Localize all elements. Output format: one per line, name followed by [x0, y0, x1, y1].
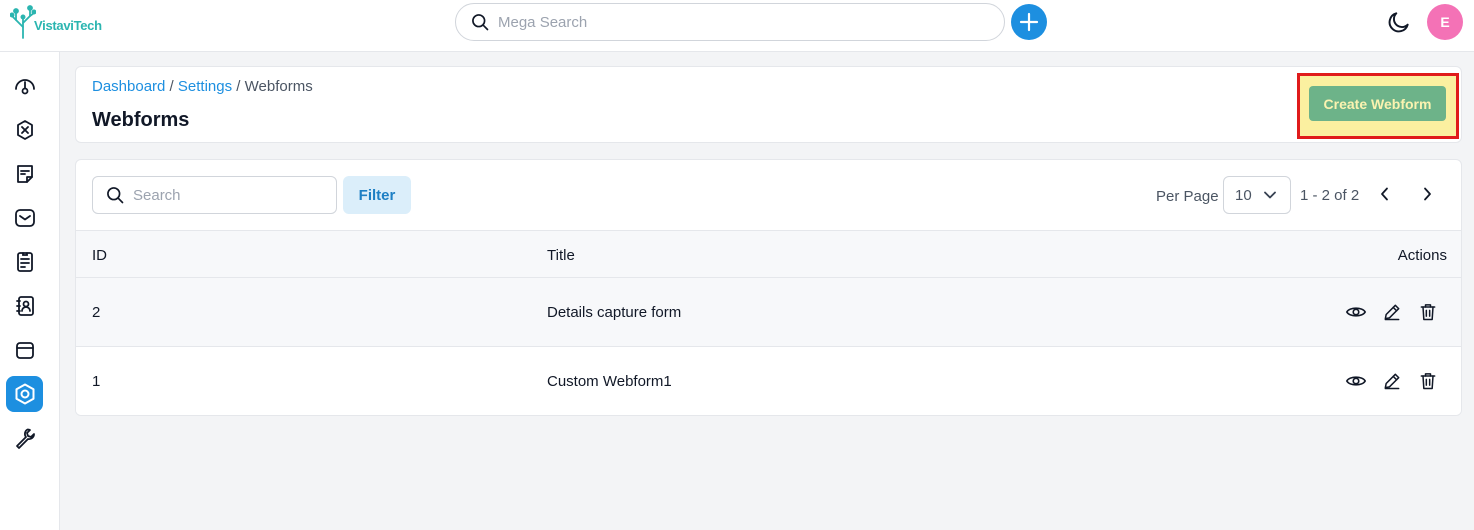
edit-button[interactable] [1381, 370, 1403, 392]
sidebar-item-dashboard[interactable] [6, 68, 43, 104]
user-avatar[interactable]: E [1427, 4, 1463, 40]
settings-icon [15, 383, 34, 405]
chevron-left-icon [1381, 187, 1388, 201]
pencil-icon [1384, 373, 1400, 390]
breadcrumb-settings[interactable]: Settings [178, 78, 232, 95]
logo-tree-icon [10, 5, 36, 39]
logo[interactable]: VistaviTech [10, 5, 102, 39]
page-title: Webforms [92, 109, 190, 131]
delete-button[interactable] [1417, 370, 1439, 392]
breadcrumb-separator: / [232, 78, 245, 95]
sidebar [0, 52, 60, 530]
dashboard-icon [14, 79, 35, 95]
trash-icon [1420, 373, 1436, 390]
table-row: 2 Details capture form [76, 278, 1461, 347]
trash-icon [1420, 304, 1436, 321]
search-icon [472, 14, 489, 31]
theme-toggle-button[interactable] [1386, 9, 1412, 40]
per-page-select[interactable]: 10 [1223, 176, 1291, 214]
column-header-id: ID [92, 247, 107, 264]
delete-button[interactable] [1417, 301, 1439, 323]
table-header: ID Title Actions [76, 230, 1461, 278]
eye-icon [1345, 307, 1367, 317]
create-webform-button[interactable]: Create Webform [1309, 86, 1446, 121]
filter-button[interactable]: Filter [343, 176, 411, 214]
table-row: 1 Custom Webform1 [76, 347, 1461, 415]
page-header-card: Dashboard / Settings / Webforms Webforms… [75, 66, 1462, 143]
cell-title: Custom Webform1 [547, 373, 672, 390]
sidebar-item-contacts[interactable] [6, 288, 43, 324]
wrench-icon [15, 428, 35, 449]
mega-search-box[interactable] [455, 3, 1005, 41]
webforms-table-card: Filter Per Page 10 1 - 2 of 2 ID Title A… [75, 159, 1462, 416]
contacts-icon [15, 296, 34, 316]
mega-search-input[interactable] [498, 13, 978, 31]
per-page-value: 10 [1235, 186, 1252, 204]
per-page-label: Per Page [1156, 188, 1219, 205]
sidebar-item-mail[interactable] [6, 200, 43, 236]
next-page-button[interactable] [1415, 182, 1439, 206]
prev-page-button[interactable] [1373, 182, 1397, 206]
chevron-right-icon [1424, 187, 1431, 201]
sidebar-item-notes[interactable] [6, 156, 43, 192]
notes-icon [16, 165, 33, 183]
search-icon [107, 187, 124, 204]
table-search-input[interactable] [133, 186, 323, 204]
table-search-box[interactable] [92, 176, 337, 214]
pencil-icon [1384, 304, 1400, 321]
eye-icon [1345, 376, 1367, 386]
pagination-range: 1 - 2 of 2 [1300, 187, 1360, 204]
breadcrumb: Dashboard / Settings / Webforms [92, 78, 313, 95]
highlight-box: Create Webform [1297, 73, 1459, 139]
top-bar: VistaviTech E [0, 0, 1474, 52]
edit-button[interactable] [1381, 301, 1403, 323]
sidebar-item-settings[interactable] [6, 376, 43, 412]
tasks-icon [16, 252, 33, 272]
integrations-icon [16, 120, 33, 140]
column-header-actions: Actions [1397, 247, 1447, 264]
chevron-down-icon [1264, 191, 1276, 199]
cell-title: Details capture form [547, 304, 682, 321]
moon-icon [1388, 12, 1409, 33]
sidebar-item-archive[interactable] [6, 332, 43, 368]
archive-icon [15, 342, 34, 359]
breadcrumb-separator: / [165, 78, 178, 95]
logo-text: VistaviTech [34, 18, 102, 33]
cell-id: 2 [92, 304, 101, 321]
view-button[interactable] [1345, 370, 1367, 392]
view-button[interactable] [1345, 301, 1367, 323]
quick-add-button[interactable] [1011, 4, 1047, 40]
cell-id: 1 [92, 373, 101, 390]
sidebar-item-integrations[interactable] [6, 112, 43, 148]
breadcrumb-dashboard[interactable]: Dashboard [92, 78, 165, 95]
sidebar-item-tasks[interactable] [6, 244, 43, 280]
column-header-title: Title [547, 247, 575, 264]
mail-icon [14, 209, 35, 227]
breadcrumb-current: Webforms [244, 78, 313, 95]
sidebar-item-tools[interactable] [6, 420, 43, 456]
plus-icon [1019, 12, 1039, 32]
